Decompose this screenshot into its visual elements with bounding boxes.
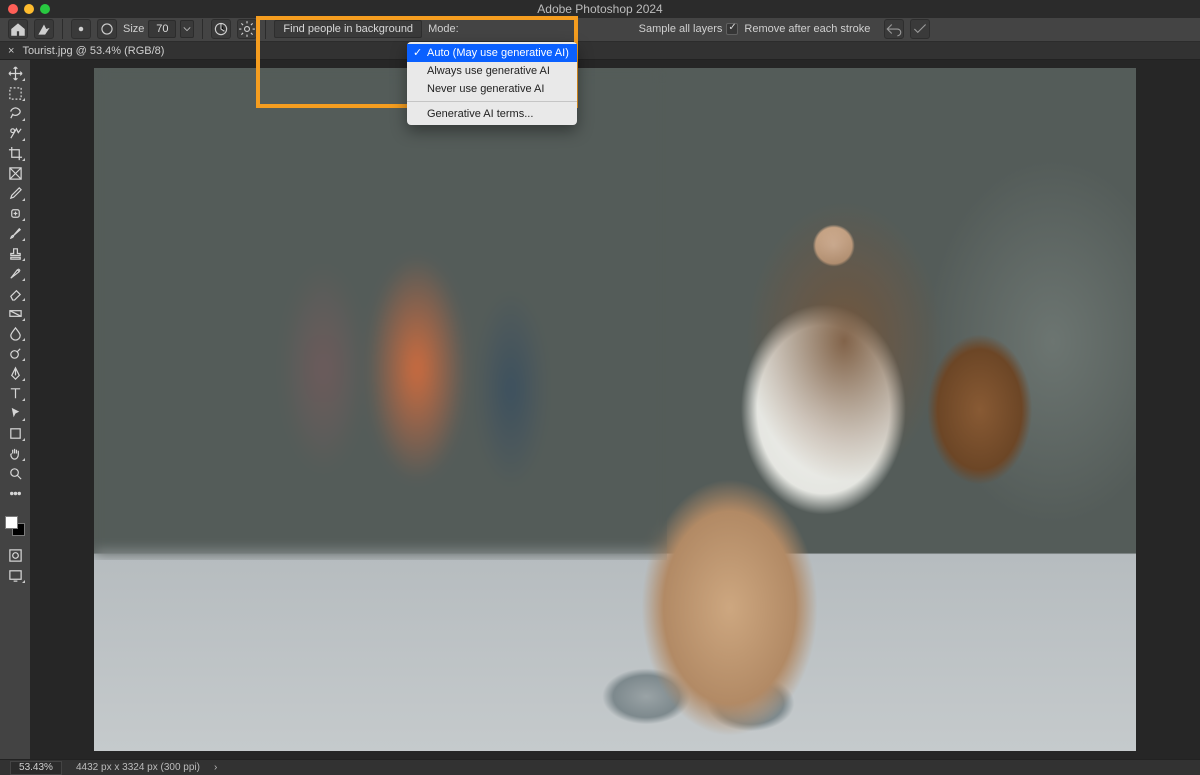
tool-move[interactable] [4,64,26,82]
tool-stamp[interactable] [4,244,26,262]
tool-gradient[interactable] [4,304,26,322]
tool-history-brush[interactable] [4,264,26,282]
tool-path-select[interactable] [4,404,26,422]
tool-icon-button[interactable] [34,19,54,39]
window-minimize-button[interactable] [24,4,34,14]
tool-marquee[interactable] [4,84,26,102]
brush-dot-button[interactable] [71,19,91,39]
doc-info: 4432 px x 3324 px (300 ppi) [76,762,200,773]
window-maximize-button[interactable] [40,4,50,14]
color-swatches[interactable] [5,516,25,536]
tool-pen[interactable] [4,364,26,382]
close-tab-icon[interactable]: × [0,45,22,57]
tool-screen-mode[interactable] [4,566,26,584]
remove-after-label: Remove after each stroke [744,23,870,35]
sample-all-layers-label: Sample all layers [639,23,723,35]
tool-eraser[interactable] [4,284,26,302]
options-bar: Size Find people in background Mode: Sam… [0,18,1200,43]
commit-button[interactable] [910,19,930,39]
status-bar: 4432 px x 3324 px (300 ppi) › [0,759,1200,775]
size-label: Size [123,23,144,35]
photo-bg-blur [94,68,667,560]
mode-option-always[interactable]: Always use generative AI [407,62,577,80]
undo-button[interactable] [884,19,904,39]
mode-option-auto[interactable]: Auto (May use generative AI) [407,44,577,62]
tool-eyedropper[interactable] [4,184,26,202]
size-input[interactable] [148,20,176,38]
mode-option-never[interactable]: Never use generative AI [407,80,577,98]
tool-lasso[interactable] [4,104,26,122]
status-chevron-icon[interactable]: › [214,762,217,773]
home-button[interactable] [8,19,28,39]
tool-quick-select[interactable] [4,124,26,142]
brush-options-button[interactable] [97,19,117,39]
document-canvas[interactable] [94,68,1136,751]
app-title: Adobe Photoshop 2024 [537,2,662,16]
tool-shape[interactable] [4,424,26,442]
tool-dodge[interactable] [4,344,26,362]
document-tabs: × Tourist.jpg @ 53.4% (RGB/8) [0,42,1200,60]
tool-more[interactable] [4,484,26,502]
tool-hand[interactable] [4,444,26,462]
foreground-color-swatch[interactable] [5,516,18,529]
titlebar: Adobe Photoshop 2024 [0,0,1200,18]
zoom-input[interactable] [10,761,62,775]
sample-all-layers-checkbox[interactable] [726,23,738,35]
tool-text[interactable] [4,384,26,402]
sample-all-layers-option[interactable]: Sample all layers [639,23,739,35]
size-control: Size [123,20,194,38]
tool-healing[interactable] [4,204,26,222]
mode-option-terms[interactable]: Generative AI terms... [407,105,577,123]
find-people-button[interactable]: Find people in background [274,20,422,38]
window-close-button[interactable] [8,4,18,14]
tool-quickmask[interactable] [4,546,26,564]
canvas-area [30,60,1200,759]
tool-blur[interactable] [4,324,26,342]
tool-panel [0,60,30,759]
tool-brush[interactable] [4,224,26,242]
mode-label: Mode: [428,23,459,35]
tool-frame[interactable] [4,164,26,182]
tool-crop[interactable] [4,144,26,162]
tool-zoom[interactable] [4,464,26,482]
mode-dropdown: Auto (May use generative AI) Always use … [407,42,577,125]
settings-button[interactable] [237,19,257,39]
size-dropdown-toggle[interactable] [180,20,194,38]
document-tab[interactable]: Tourist.jpg @ 53.4% (RGB/8) [22,45,164,57]
remove-after-stroke-option[interactable]: Remove after each stroke [744,23,870,35]
pressure-button[interactable] [211,19,231,39]
